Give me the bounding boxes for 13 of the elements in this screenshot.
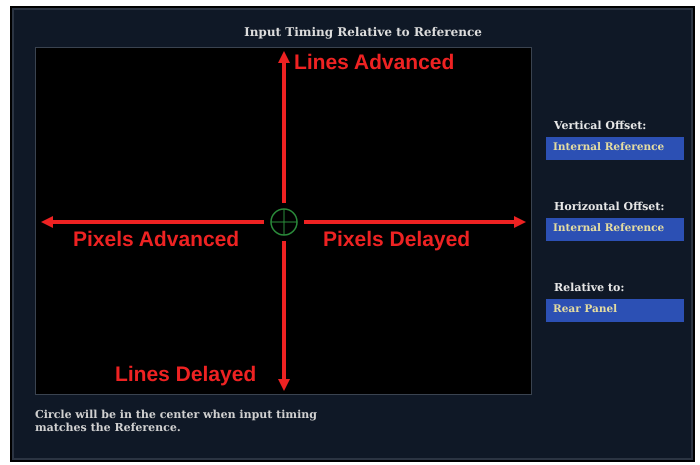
value-field[interactable]: Internal Reference <box>546 218 684 241</box>
arrow-label: Pixels Advanced <box>73 228 240 252</box>
arrow-label: Lines Advanced <box>294 51 454 75</box>
field-label: Relative to: <box>554 281 626 294</box>
field-label: Vertical Offset: <box>554 119 648 132</box>
value-field[interactable]: Internal Reference <box>546 137 684 160</box>
arrow-label: Pixels Delayed <box>323 228 470 252</box>
hint-text: Circle will be in the center when input timing matches the Reference. <box>35 408 318 434</box>
value-field[interactable]: Rear Panel <box>546 299 684 322</box>
crosshair-circle-icon <box>270 208 298 236</box>
window-title: Input Timing Relative to Reference <box>243 24 483 41</box>
field-label: Horizontal Offset: <box>554 200 666 213</box>
arrow-label: Lines Delayed <box>115 363 256 387</box>
